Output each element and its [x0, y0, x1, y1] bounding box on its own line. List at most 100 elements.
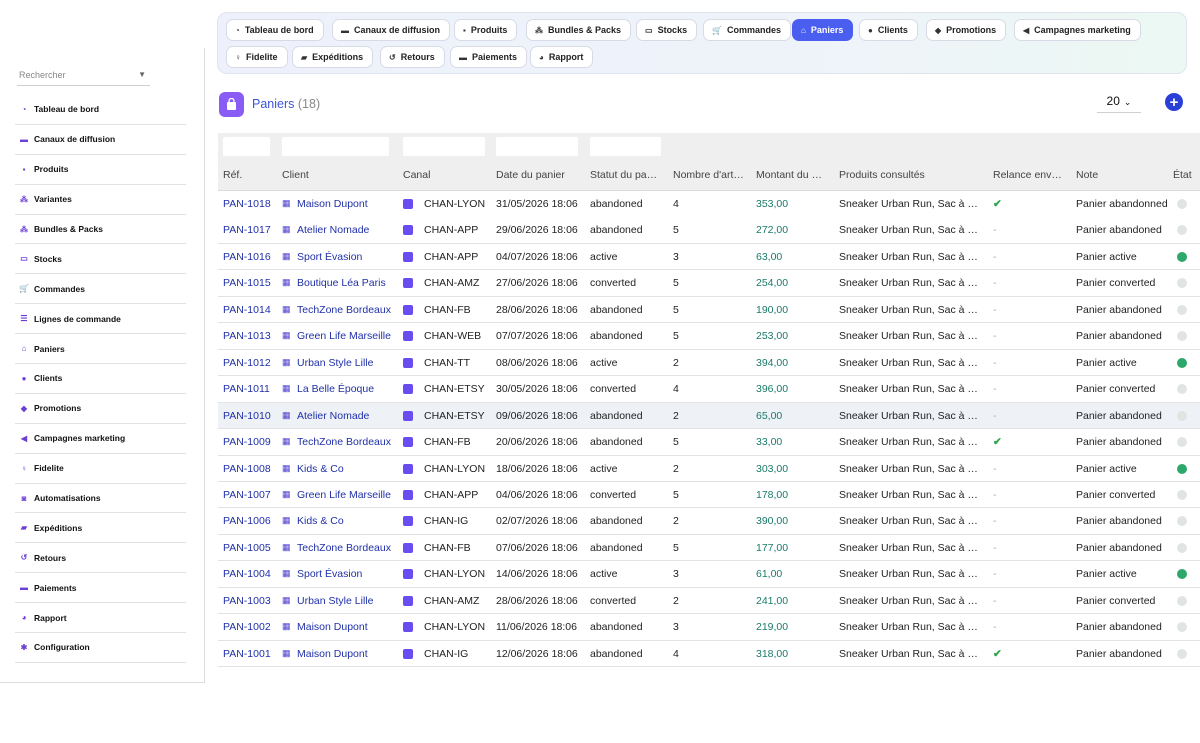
column-header[interactable]: Montant du panier [756, 169, 826, 181]
sidebar-item-canaux-de-diffusion[interactable]: ▬ Canaux de diffusion [15, 125, 186, 155]
table-row[interactable]: PAN-1011 ▦ La Belle Époque CHAN-ETSY 30/05/2… [218, 376, 1200, 403]
sidebar-item-bundles-packs[interactable]: ⁂ Bundles & Packs [15, 215, 186, 245]
filter-ref-input[interactable] [223, 137, 270, 156]
sidebar-item-rapport[interactable]: ◕ Rapport [15, 603, 186, 634]
column-header[interactable]: État [1173, 169, 1200, 181]
column-header[interactable]: Statut du panier [590, 169, 660, 181]
column-header[interactable]: Note [1076, 169, 1166, 181]
nav-tab-campagnes-marketing[interactable]: ◀ Campagnes marketing [1014, 19, 1141, 41]
cell-client-link[interactable]: Kids & Co [297, 515, 397, 527]
nav-tab-rapport[interactable]: ◕ Rapport [530, 46, 594, 68]
nav-tab-commandes[interactable]: 🛒 Commandes [703, 19, 791, 41]
nav-tab-promotions[interactable]: ◆ Promotions [926, 19, 1007, 41]
cell-client-link[interactable]: La Belle Époque [297, 383, 397, 395]
column-header[interactable]: Client [282, 169, 382, 181]
cell-ref-link[interactable]: PAN-1006 [223, 515, 278, 527]
cell-client-link[interactable]: Maison Dupont [297, 648, 397, 660]
column-header[interactable]: Produits consultés [839, 169, 979, 181]
table-row[interactable]: PAN-1001 ▦ Maison Dupont CHAN-IG 12/06/2026 … [218, 640, 1200, 668]
sidebar-item-fidelite[interactable]: ♀ Fidelite [15, 454, 186, 484]
nav-tab-produits[interactable]: ▪ Produits [454, 19, 518, 41]
nav-tab-retours[interactable]: ↺ Retours [380, 46, 445, 68]
sidebar-item-tableau-de-bord[interactable]: ◔ Tableau de bord [15, 95, 186, 125]
nav-tab-fidelite[interactable]: ♀ Fidelite [226, 46, 288, 68]
cell-ref-link[interactable]: PAN-1017 [223, 224, 278, 236]
cell-ref-link[interactable]: PAN-1007 [223, 489, 278, 501]
cell-ref-link[interactable]: PAN-1010 [223, 410, 278, 422]
cell-client-link[interactable]: Kids & Co [297, 463, 397, 475]
cell-client-link[interactable]: Maison Dupont [297, 198, 397, 210]
sidebar-item-clients[interactable]: ● Clients [15, 364, 186, 394]
sidebar-item-commandes[interactable]: 🛒 Commandes [15, 274, 186, 305]
table-row[interactable]: PAN-1013 ▦ Green Life Marseille CHAN-WEB 07/… [218, 323, 1200, 350]
column-header[interactable]: Réf. [223, 169, 273, 181]
filter-statut-input[interactable] [590, 137, 661, 156]
nav-tab-exp-ditions[interactable]: ▰ Expéditions [292, 46, 374, 68]
cell-ref-link[interactable]: PAN-1002 [223, 621, 278, 633]
sidebar-item-variantes[interactable]: ⁂ Variantes [15, 185, 186, 215]
sidebar-item-lignes-de-commande[interactable]: ☰ Lignes de commande [15, 304, 186, 335]
table-row[interactable]: PAN-1015 ▦ Boutique Léa Paris CHAN-AMZ 27/06… [218, 270, 1200, 297]
filter-date-input[interactable] [496, 137, 578, 156]
nav-tab-tableau-de-bord[interactable]: ◔ Tableau de bord [226, 19, 324, 41]
sidebar-item-stocks[interactable]: ▭ Stocks [15, 244, 186, 275]
nav-tab-stocks[interactable]: ▭ Stocks [636, 19, 698, 41]
per-page-select[interactable]: 20 ⌄ [1097, 93, 1141, 113]
add-basket-button[interactable]: + [1165, 93, 1183, 111]
cell-ref-link[interactable]: PAN-1004 [223, 568, 278, 580]
table-row[interactable]: PAN-1012 ▦ Urban Style Lille CHAN-TT 08/06/2… [218, 349, 1200, 377]
cell-ref-link[interactable]: PAN-1015 [223, 277, 278, 289]
cell-client-link[interactable]: TechZone Bordeaux [297, 304, 397, 316]
nav-tab-clients[interactable]: ● Clients [859, 19, 918, 41]
table-row[interactable]: PAN-1014 ▦ TechZone Bordeaux CHAN-FB 28/06/2… [218, 296, 1200, 324]
cell-ref-link[interactable]: PAN-1008 [223, 463, 278, 475]
cell-ref-link[interactable]: PAN-1016 [223, 251, 278, 263]
nav-tab-paiements[interactable]: ▬ Paiements [450, 46, 528, 68]
cell-client-link[interactable]: Atelier Nomade [297, 410, 397, 422]
cell-client-link[interactable]: Atelier Nomade [297, 224, 397, 236]
table-row[interactable]: PAN-1010 ▦ Atelier Nomade CHAN-ETSY 09/06/20… [218, 402, 1200, 430]
cell-client-link[interactable]: TechZone Bordeaux [297, 542, 397, 554]
filter-client-input[interactable] [282, 137, 389, 156]
nav-tab-bundles-packs[interactable]: ⁂ Bundles & Packs [526, 19, 632, 41]
table-row[interactable]: PAN-1005 ▦ TechZone Bordeaux CHAN-FB 07/06/2… [218, 534, 1200, 562]
filter-canal-input[interactable] [403, 137, 485, 156]
cell-ref-link[interactable]: PAN-1013 [223, 330, 278, 342]
cell-client-link[interactable]: Sport Évasion [297, 251, 397, 263]
sidebar-item-configuration[interactable]: ✱ Configuration [15, 633, 186, 663]
cell-client-link[interactable]: Maison Dupont [297, 621, 397, 633]
sidebar-item-exp-ditions[interactable]: ▰ Expéditions [15, 513, 186, 544]
sidebar-item-promotions[interactable]: ◆ Promotions [15, 394, 186, 424]
table-row[interactable]: PAN-1004 ▦ Sport Évasion CHAN-LYON 14/06/202… [218, 561, 1200, 588]
cell-ref-link[interactable]: PAN-1001 [223, 648, 278, 660]
table-row[interactable]: PAN-1016 ▦ Sport Évasion CHAN-APP 04/07/2026… [218, 243, 1200, 271]
column-header[interactable]: Date du panier [496, 169, 584, 181]
nav-tab-canaux-de-diffusion[interactable]: ▬ Canaux de diffusion [332, 19, 451, 41]
cell-ref-link[interactable]: PAN-1009 [223, 436, 278, 448]
cell-client-link[interactable]: Urban Style Lille [297, 357, 397, 369]
cell-ref-link[interactable]: PAN-1005 [223, 542, 278, 554]
sidebar-item-campagnes-marketing[interactable]: ◀ Campagnes marketing [15, 424, 186, 454]
sidebar-search-select[interactable]: Rechercher ▼ [17, 67, 150, 86]
cell-ref-link[interactable]: PAN-1012 [223, 357, 278, 369]
table-row[interactable]: PAN-1017 ▦ Atelier Nomade CHAN-APP 29/06/202… [218, 217, 1200, 244]
cell-ref-link[interactable]: PAN-1003 [223, 595, 278, 607]
table-row[interactable]: PAN-1018 ▦ Maison Dupont CHAN-LYON 31/05/202… [218, 191, 1200, 218]
table-row[interactable]: PAN-1006 ▦ Kids & Co CHAN-IG 02/07/2026 18:0… [218, 508, 1200, 535]
table-row[interactable]: PAN-1009 ▦ TechZone Bordeaux CHAN-FB 20/06/2… [218, 429, 1200, 456]
sidebar-item-paniers[interactable]: ⌂ Paniers [15, 334, 186, 365]
column-header[interactable]: Canal [403, 169, 493, 181]
column-header[interactable]: Relance envoyée [993, 169, 1065, 181]
cell-ref-link[interactable]: PAN-1011 [223, 383, 278, 395]
sidebar-item-retours[interactable]: ↺ Retours [15, 543, 186, 574]
cell-client-link[interactable]: Green Life Marseille [297, 330, 397, 342]
table-row[interactable]: PAN-1008 ▦ Kids & Co CHAN-LYON 18/06/2026 18… [218, 455, 1200, 482]
cell-client-link[interactable]: Urban Style Lille [297, 595, 397, 607]
cell-client-link[interactable]: Green Life Marseille [297, 489, 397, 501]
cell-client-link[interactable]: TechZone Bordeaux [297, 436, 397, 448]
cell-client-link[interactable]: Boutique Léa Paris [297, 277, 397, 289]
cell-ref-link[interactable]: PAN-1018 [223, 198, 278, 210]
sidebar-item-paiements[interactable]: ▬ Paiements [15, 573, 186, 604]
nav-tab-paniers[interactable]: ⌂ Paniers [792, 19, 854, 41]
column-header[interactable]: Nombre d'articles [673, 169, 745, 181]
